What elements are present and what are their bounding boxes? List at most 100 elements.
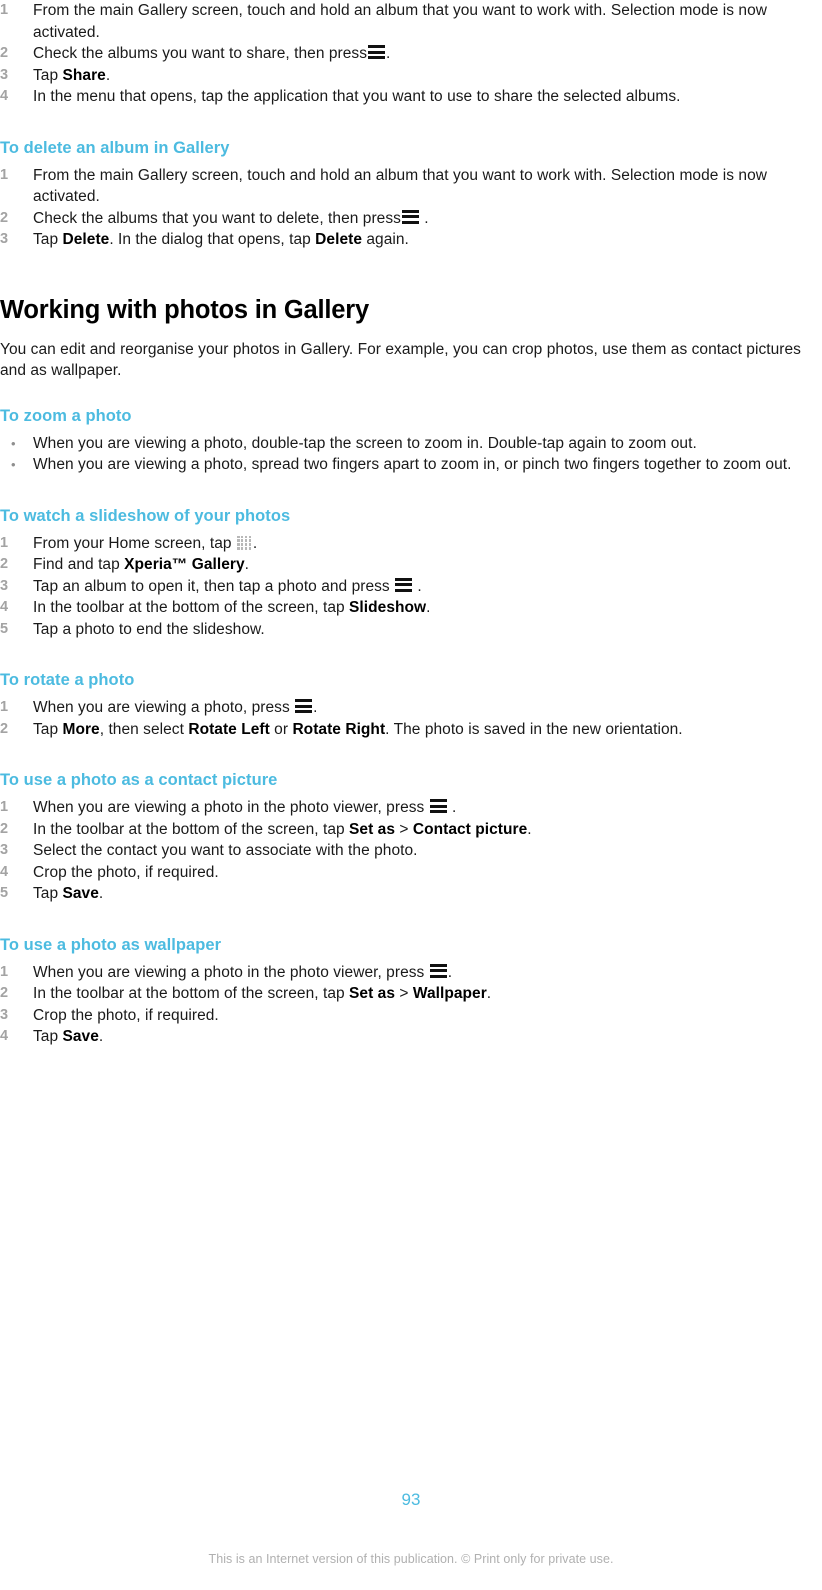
menu-icon [395, 577, 413, 593]
menu-icon [429, 799, 447, 814]
bulleted-step-list: • When you are viewing a photo, double-ta… [0, 433, 822, 476]
step-number-marker: 3 [0, 231, 9, 247]
numbered-step-list: 1 When you are viewing a photo in the pho… [0, 962, 822, 1048]
step-text: Tap Share. [33, 66, 111, 84]
emphasis-text: Slideshow [349, 599, 427, 616]
step-item: 5 Tap a photo to end the slideshow. [0, 619, 822, 641]
step-text: When you are viewing a photo, double-tap… [33, 434, 697, 452]
step-item: 1 From the main Gallery screen, touch and… [0, 0, 822, 43]
step-item: • When you are viewing a photo, spread tw… [0, 454, 822, 476]
emphasis-text: Delete [62, 231, 110, 248]
emphasis-text: Share [62, 66, 106, 84]
step-item: 5 Tap Save. [0, 883, 822, 905]
step-text: In the toolbar at the bottom of the scre… [33, 820, 532, 838]
step-item: 2 In the toolbar at the bottom of the scr… [0, 983, 822, 1005]
step-number-marker: 1 [0, 799, 9, 815]
step-number-marker: 2 [0, 720, 9, 737]
step-number-marker: 5 [0, 885, 9, 901]
step-item: 1 When you are viewing a photo, press . [0, 697, 822, 719]
step-item: 1 From the main Gallery screen, touch and… [0, 165, 822, 208]
step-text: Find and tap Xperia™ Gallery. [33, 556, 250, 573]
step-item: 3 Tap Share. [0, 65, 822, 87]
emphasis-text: Save [62, 1028, 99, 1045]
step-number-marker: 2 [0, 209, 9, 226]
step-number-marker: 5 [0, 620, 9, 637]
section-heading: Working with photos in Gallery [0, 295, 369, 324]
step-item: 2 Check the albums you want to share, the… [0, 43, 822, 65]
step-number-marker: 1 [0, 166, 9, 183]
app-grid-icon [236, 535, 252, 551]
numbered-step-list: 1 From your Home screen, tap . 2 Find and t… [0, 533, 822, 641]
footer-copyright-note: This is an Internet version of this publ… [208, 1552, 614, 1566]
step-item: 3 Select the contact you want to associat… [0, 840, 822, 862]
step-text: Tap a photo to end the slideshow. [33, 620, 265, 638]
step-item: 3 Tap Delete. In the dialog that opens, t… [0, 229, 822, 251]
step-number-marker: 1 [0, 534, 9, 551]
step-text: Check the albums you want to share, then… [33, 45, 391, 62]
step-text: Tap Save. [33, 885, 104, 902]
emphasis-text: More [62, 720, 100, 738]
step-text: Tap More, then select Rotate Left or Rot… [33, 720, 683, 738]
step-bullet-marker: • [11, 435, 16, 451]
page-number: 93 [401, 1490, 421, 1509]
step-number-marker: 4 [0, 599, 9, 615]
step-number-marker: 3 [0, 1006, 9, 1023]
sub-heading: To rotate a photo [0, 671, 135, 689]
emphasis-text: Contact picture [412, 820, 528, 838]
step-bullet-marker: • [11, 457, 16, 472]
sub-heading: To zoom a photo [0, 406, 132, 425]
step-text: When you are viewing a photo, press . [33, 699, 318, 716]
sub-heading: To watch a slideshow of your photos [0, 506, 291, 525]
step-number-marker: 3 [0, 842, 9, 858]
step-text: When you are viewing a photo in the phot… [33, 963, 453, 981]
step-item: 4 Crop the photo, if required. [0, 862, 822, 884]
emphasis-text: Xperia™ Gallery [124, 556, 245, 573]
step-text: From the main Gallery screen, touch and … [33, 166, 768, 206]
step-number-marker: 4 [0, 88, 9, 104]
step-number-marker: 3 [0, 66, 9, 83]
step-item: 3 Crop the photo, if required. [0, 1005, 822, 1027]
step-item: 2 Check the albums that you want to delet… [0, 208, 822, 230]
step-text: When you are viewing a photo, spread two… [33, 456, 792, 473]
step-text: From your Home screen, tap . [33, 534, 258, 552]
step-item: 4 Tap Save. [0, 1026, 822, 1048]
step-text: In the toolbar at the bottom of the scre… [33, 985, 492, 1002]
step-number-marker: 1 [0, 699, 9, 715]
step-number-marker: 2 [0, 556, 9, 572]
step-item: • When you are viewing a photo, double-ta… [0, 433, 822, 455]
step-number-marker: 4 [0, 1028, 9, 1044]
step-text: Select the contact you want to associate… [33, 842, 418, 859]
step-text: Tap an album to open it, then tap a phot… [33, 577, 422, 595]
user-guide-page: 1 From the main Gallery screen, touch and… [0, 0, 822, 1590]
emphasis-text: Rotate Left [188, 720, 270, 738]
sub-heading: To delete an album in Gallery [0, 138, 230, 157]
step-item: 1 When you are viewing a photo in the pho… [0, 962, 822, 984]
emphasis-text: Delete [315, 231, 362, 248]
step-number-marker: 4 [0, 863, 9, 880]
menu-icon [429, 963, 447, 979]
step-number-marker: 2 [0, 820, 9, 837]
step-item: 2 Find and tap Xperia™ Gallery. [0, 554, 822, 576]
emphasis-text: Set as [349, 820, 396, 838]
menu-icon [368, 45, 386, 60]
step-item: 1 From your Home screen, tap . [0, 533, 822, 555]
numbered-step-list: 1 From the main Gallery screen, touch and… [0, 165, 822, 251]
numbered-step-list: 1 When you are viewing a photo, press . 2 T… [0, 697, 822, 740]
step-number-marker: 3 [0, 577, 9, 594]
numbered-step-list: 1 From the main Gallery screen, touch and… [0, 0, 822, 108]
step-text: Tap Save. [33, 1028, 104, 1045]
emphasis-text: Set as [349, 985, 396, 1002]
step-item: 1 When you are viewing a photo in the pho… [0, 797, 822, 819]
step-text: Crop the photo, if required. [33, 863, 219, 881]
body-paragraph: You can edit and reorganise your photos … [0, 340, 801, 380]
step-number-marker: 1 [0, 963, 9, 980]
document-content: 1 From the main Gallery screen, touch and… [0, 0, 822, 1054]
step-text: Check the albums that you want to delete… [33, 209, 429, 227]
